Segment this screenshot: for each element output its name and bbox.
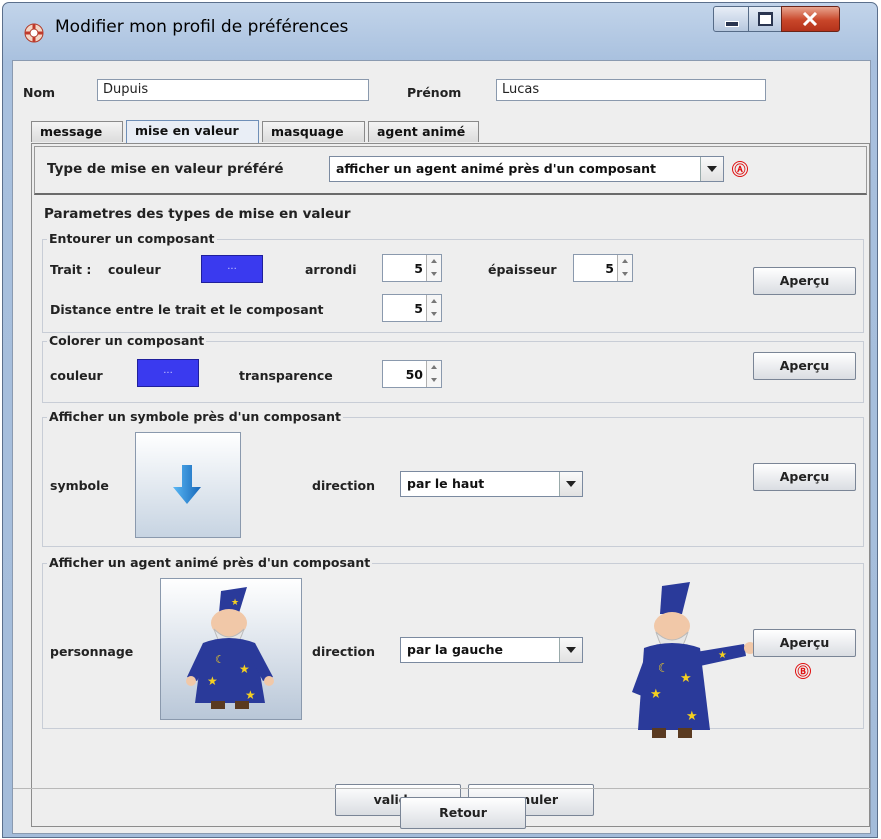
- chevron-down-icon: [700, 157, 723, 181]
- epaisseur-spinner[interactable]: 5: [573, 254, 633, 282]
- marker-b: Ⓑ: [795, 663, 811, 679]
- params-title: Parametres des types de mise en valeur: [44, 206, 351, 222]
- nom-label: Nom: [23, 85, 56, 100]
- dialog-client-area: Nom Dupuis Prénom Lucas message mise en …: [12, 60, 871, 834]
- type-pref-value: afficher un agent animé près d'un compos…: [336, 161, 657, 176]
- type-preference-box: Type de mise en valeur préféré afficher …: [34, 146, 867, 195]
- footer-divider: [13, 788, 870, 789]
- agent-direction-value: par la gauche: [407, 642, 504, 657]
- entourer-color-button[interactable]: ...: [201, 255, 263, 283]
- maximize-button[interactable]: [748, 6, 782, 32]
- tab-agent-anime[interactable]: agent animé: [368, 121, 479, 142]
- close-button[interactable]: [781, 6, 840, 32]
- prenom-label: Prénom: [407, 85, 462, 100]
- wizard-character-icon: ★ ★ ★ ☾ ★: [186, 587, 274, 709]
- minimize-icon: [725, 21, 739, 27]
- chevron-down-icon: [559, 472, 582, 496]
- window-title: Modifier mon profil de préférences: [55, 17, 349, 37]
- symbole-direction-value: par le haut: [407, 476, 485, 491]
- wizard-agent-pointing-icon: ★ ★ ★ ★ ☾: [632, 582, 756, 738]
- entourer-couleur-label: couleur: [108, 262, 161, 277]
- spinner-down-icon[interactable]: [617, 268, 632, 281]
- personnage-label: personnage: [50, 644, 134, 659]
- group-entourer-title: Entourer un composant: [47, 231, 217, 246]
- arrow-down-icon: [173, 465, 201, 504]
- symbole-direction-label: direction: [312, 478, 376, 493]
- transparence-label: transparence: [239, 368, 333, 383]
- entourer-apercu-button[interactable]: Aperçu: [753, 267, 856, 295]
- colorer-couleur-label: couleur: [50, 368, 103, 383]
- type-pref-select[interactable]: afficher un agent animé près d'un compos…: [329, 156, 724, 182]
- retour-button[interactable]: Retour: [400, 797, 526, 829]
- spinner-up-icon[interactable]: [426, 361, 441, 375]
- group-agent: Afficher un agent animé près d'un compos…: [42, 555, 864, 738]
- svg-text:★: ★: [239, 662, 250, 676]
- distance-spinner[interactable]: 5: [382, 294, 442, 322]
- agent-apercu-button[interactable]: Aperçu: [753, 629, 856, 657]
- tab-mise-en-valeur[interactable]: mise en valeur: [126, 120, 259, 143]
- title-bar[interactable]: Modifier mon profil de préférences: [3, 3, 877, 61]
- arrondi-value: 5: [414, 261, 423, 276]
- prenom-field[interactable]: Lucas: [496, 79, 766, 101]
- distance-label: Distance entre le trait et le composant: [50, 302, 324, 317]
- dialog-window: Modifier mon profil de préférences Nom D…: [2, 2, 878, 838]
- nom-field[interactable]: Dupuis: [97, 79, 369, 101]
- symbole-apercu-button[interactable]: Aperçu: [753, 463, 856, 491]
- personnage-picker[interactable]: ★ ★ ★ ☾ ★: [160, 578, 302, 720]
- svg-text:★: ★: [231, 598, 239, 608]
- epaisseur-value: 5: [605, 261, 614, 276]
- svg-text:★: ★: [207, 674, 218, 688]
- transparence-value: 50: [405, 367, 423, 382]
- group-colorer: Colorer un composant couleur ... transpa…: [42, 333, 864, 403]
- colorer-color-button[interactable]: ...: [137, 359, 199, 387]
- spinner-up-icon[interactable]: [426, 255, 441, 269]
- svg-text:★: ★: [245, 688, 256, 702]
- type-pref-label: Type de mise en valeur préféré: [47, 161, 284, 177]
- minimize-button[interactable]: [713, 6, 749, 32]
- trait-label: Trait :: [50, 262, 92, 277]
- group-colorer-title: Colorer un composant: [47, 333, 207, 348]
- svg-text:★: ★: [650, 687, 662, 702]
- group-agent-title: Afficher un agent animé près d'un compos…: [47, 555, 373, 570]
- symbole-direction-select[interactable]: par le haut: [400, 471, 583, 497]
- tab-panel-mise-en-valeur: Type de mise en valeur préféré afficher …: [31, 143, 870, 827]
- symbole-picker[interactable]: [135, 432, 241, 538]
- chevron-down-icon: [559, 638, 582, 662]
- app-lifebuoy-icon: [24, 23, 44, 43]
- close-icon: [802, 12, 818, 26]
- spinner-down-icon[interactable]: [426, 268, 441, 281]
- svg-text:★: ★: [686, 709, 698, 724]
- group-entourer: Entourer un composant Trait : couleur ..…: [42, 231, 864, 333]
- svg-text:★: ★: [680, 671, 692, 686]
- maximize-icon: [758, 12, 773, 26]
- svg-text:☾: ☾: [215, 653, 225, 666]
- svg-text:★: ★: [718, 650, 727, 661]
- epaisseur-label: épaisseur: [488, 262, 557, 277]
- arrondi-label: arrondi: [305, 262, 357, 277]
- transparence-spinner[interactable]: 50: [382, 360, 442, 388]
- svg-text:☾: ☾: [658, 661, 669, 675]
- arrondi-spinner[interactable]: 5: [382, 254, 442, 282]
- spinner-down-icon[interactable]: [426, 374, 441, 387]
- spinner-down-icon[interactable]: [426, 308, 441, 321]
- marker-a: Ⓐ: [732, 161, 748, 177]
- group-symbole: Afficher un symbole près d'un composant …: [42, 409, 864, 547]
- distance-value: 5: [414, 301, 423, 316]
- symbole-label: symbole: [50, 478, 109, 493]
- spinner-up-icon[interactable]: [617, 255, 632, 269]
- group-symbole-title: Afficher un symbole près d'un composant: [47, 409, 343, 424]
- agent-direction-label: direction: [312, 644, 376, 659]
- colorer-apercu-button[interactable]: Aperçu: [753, 352, 856, 380]
- agent-direction-select[interactable]: par la gauche: [400, 637, 583, 663]
- tab-masquage[interactable]: masquage: [262, 121, 365, 142]
- tab-message[interactable]: message: [31, 121, 123, 142]
- spinner-up-icon[interactable]: [426, 295, 441, 309]
